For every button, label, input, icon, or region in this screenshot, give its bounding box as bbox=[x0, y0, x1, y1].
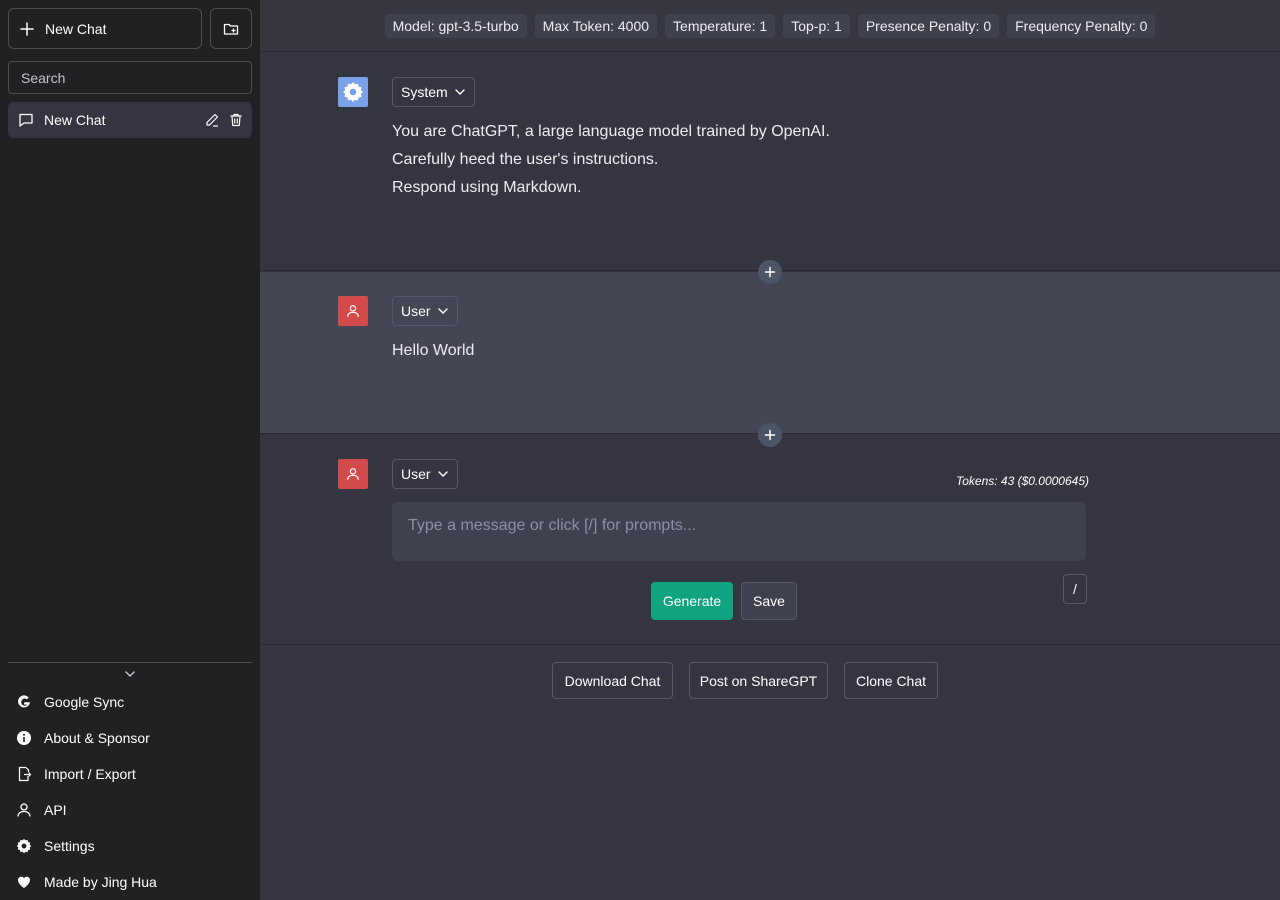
config-model: Model: gpt-3.5-turbo bbox=[384, 13, 527, 38]
system-avatar bbox=[338, 77, 368, 107]
sidebar-divider bbox=[8, 662, 252, 663]
config-bar[interactable]: Model: gpt-3.5-turbo Max Token: 4000 Tem… bbox=[260, 0, 1280, 52]
role-label: User bbox=[401, 303, 431, 319]
user-message: User Hello World bbox=[260, 272, 1280, 434]
menu-google-sync[interactable]: Google Sync bbox=[8, 684, 252, 720]
config-top-p: Top-p: 1 bbox=[783, 13, 850, 38]
menu-label: Google Sync bbox=[44, 694, 125, 710]
menu-api[interactable]: API bbox=[8, 792, 252, 828]
person-icon bbox=[346, 467, 360, 481]
save-button[interactable]: Save bbox=[741, 582, 797, 620]
config-max-token: Max Token: 4000 bbox=[534, 13, 658, 38]
prompt-library-button[interactable]: / bbox=[1063, 574, 1087, 604]
token-count: Tokens: 43 ($0.0000645) bbox=[956, 474, 1089, 488]
role-select-user[interactable]: User bbox=[392, 296, 458, 326]
menu-label: Settings bbox=[44, 838, 95, 854]
plus-icon bbox=[764, 429, 776, 441]
chevron-down-icon[interactable] bbox=[122, 668, 138, 680]
file-export-icon bbox=[16, 766, 32, 782]
message-composer: User Tokens: 43 ($0.0000645) Generate Sa… bbox=[260, 435, 1280, 645]
config-temperature: Temperature: 1 bbox=[665, 13, 776, 38]
message-line: Respond using Markdown. bbox=[392, 179, 582, 196]
person-icon bbox=[16, 802, 32, 818]
menu-label: Import / Export bbox=[44, 766, 136, 782]
clone-chat-button[interactable]: Clone Chat bbox=[844, 662, 938, 699]
menu-label: Made by Jing Hua bbox=[44, 874, 157, 890]
new-chat-button[interactable]: New Chat bbox=[8, 8, 202, 49]
chat-item-actions bbox=[204, 112, 244, 128]
message-line: Carefully heed the user's instructions. bbox=[392, 151, 659, 168]
folder-plus-icon bbox=[223, 21, 239, 37]
person-icon bbox=[346, 304, 360, 318]
google-icon bbox=[16, 694, 32, 710]
info-icon bbox=[16, 730, 32, 746]
add-message-button[interactable] bbox=[758, 423, 782, 447]
user-message-text[interactable]: Hello World bbox=[392, 337, 474, 365]
gear-icon bbox=[342, 81, 364, 103]
role-select-composer[interactable]: User bbox=[392, 459, 458, 489]
trash-icon[interactable] bbox=[228, 112, 244, 128]
menu-label: About & Sponsor bbox=[44, 730, 150, 746]
menu-import-export[interactable]: Import / Export bbox=[8, 756, 252, 792]
generate-button[interactable]: Generate bbox=[651, 582, 733, 620]
chat-bubble-icon bbox=[18, 112, 34, 128]
new-folder-button[interactable] bbox=[210, 8, 252, 49]
new-chat-label: New Chat bbox=[45, 20, 107, 37]
menu-settings[interactable]: Settings bbox=[8, 828, 252, 864]
menu-label: API bbox=[44, 802, 67, 818]
sidebar: New Chat New Chat Google Sync bbox=[0, 0, 260, 900]
plus-icon bbox=[19, 21, 35, 37]
chat-list-item[interactable]: New Chat bbox=[8, 102, 252, 138]
role-label: User bbox=[401, 466, 431, 482]
user-avatar bbox=[338, 459, 368, 489]
gear-icon bbox=[16, 838, 32, 854]
download-chat-button[interactable]: Download Chat bbox=[552, 662, 673, 699]
plus-icon bbox=[764, 266, 776, 278]
chevron-down-icon bbox=[437, 468, 449, 480]
message-input[interactable] bbox=[392, 502, 1086, 561]
add-message-button[interactable] bbox=[758, 260, 782, 284]
role-label: System bbox=[401, 84, 448, 100]
menu-about-sponsor[interactable]: About & Sponsor bbox=[8, 720, 252, 756]
menu-made-by[interactable]: Made by Jing Hua bbox=[8, 864, 252, 900]
chevron-down-icon bbox=[454, 86, 466, 98]
message-line: You are ChatGPT, a large language model … bbox=[392, 123, 830, 140]
chevron-down-icon bbox=[437, 305, 449, 317]
main-panel: Model: gpt-3.5-turbo Max Token: 4000 Tem… bbox=[260, 0, 1280, 900]
search-input[interactable] bbox=[8, 61, 252, 94]
chat-item-label: New Chat bbox=[44, 112, 106, 128]
heart-icon bbox=[16, 874, 32, 890]
role-select-system[interactable]: System bbox=[392, 77, 475, 107]
share-gpt-button[interactable]: Post on ShareGPT bbox=[689, 662, 828, 699]
system-message: System You are ChatGPT, a large language… bbox=[260, 52, 1280, 271]
edit-icon[interactable] bbox=[204, 112, 220, 128]
system-message-text[interactable]: You are ChatGPT, a large language model … bbox=[392, 118, 830, 202]
user-avatar bbox=[338, 296, 368, 326]
config-frequency-penalty: Frequency Penalty: 0 bbox=[1007, 13, 1156, 38]
config-presence-penalty: Presence Penalty: 0 bbox=[857, 13, 1000, 38]
